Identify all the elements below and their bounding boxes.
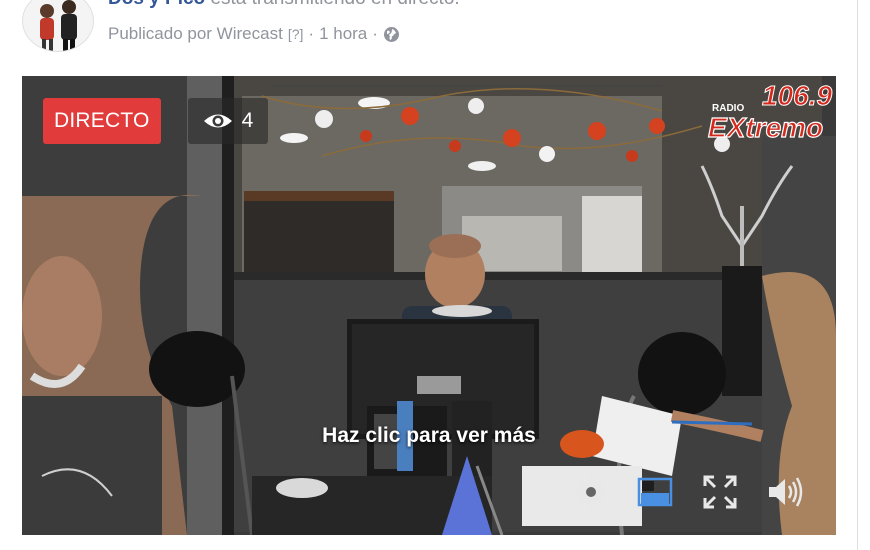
live-badge: DIRECTO <box>43 98 161 144</box>
viewer-count-badge: 4 <box>188 98 268 144</box>
published-by: Publicado por Wirecast <box>108 24 283 43</box>
avatar[interactable] <box>22 0 94 52</box>
post-action-text: está transmitiendo en directo. <box>210 0 459 9</box>
pip-icon <box>637 477 673 507</box>
expand-icon <box>703 475 737 509</box>
page-name-link[interactable]: Dos y Pico <box>108 0 205 9</box>
click-to-view-hint[interactable]: Haz clic para ver más <box>22 424 836 448</box>
help-link[interactable]: [?] <box>288 26 304 42</box>
globe-icon[interactable] <box>383 26 400 43</box>
pip-button[interactable] <box>634 471 676 513</box>
video-frame <box>22 76 836 535</box>
logo-name: EXtremo <box>708 112 823 141</box>
settings-button[interactable] <box>570 471 612 513</box>
post-header: Dos y Pico está transmitiendo en directo… <box>22 0 842 60</box>
live-video-player[interactable]: DIRECTO 4 106.9 RADIO EXtremo Haz clic p… <box>22 76 836 535</box>
timestamp-link[interactable]: 1 hora <box>319 24 367 44</box>
gear-icon <box>575 476 607 508</box>
separator: · <box>372 24 378 43</box>
post-card: Dos y Pico está transmitiendo en directo… <box>0 0 858 550</box>
speaker-icon <box>769 477 803 507</box>
volume-button[interactable] <box>764 471 806 513</box>
viewer-count: 4 <box>241 109 254 132</box>
post-meta: Publicado por Wirecast [?] · 1 hora · <box>108 24 400 44</box>
fullscreen-button[interactable] <box>699 471 741 513</box>
separator: · <box>308 24 315 43</box>
video-controls <box>22 471 836 517</box>
logo-frequency: 106.9 <box>762 80 832 111</box>
eye-icon <box>203 114 232 128</box>
station-logo: 106.9 RADIO EXtremo <box>707 80 833 142</box>
post-title: Dos y Pico está transmitiendo en directo… <box>108 0 460 10</box>
